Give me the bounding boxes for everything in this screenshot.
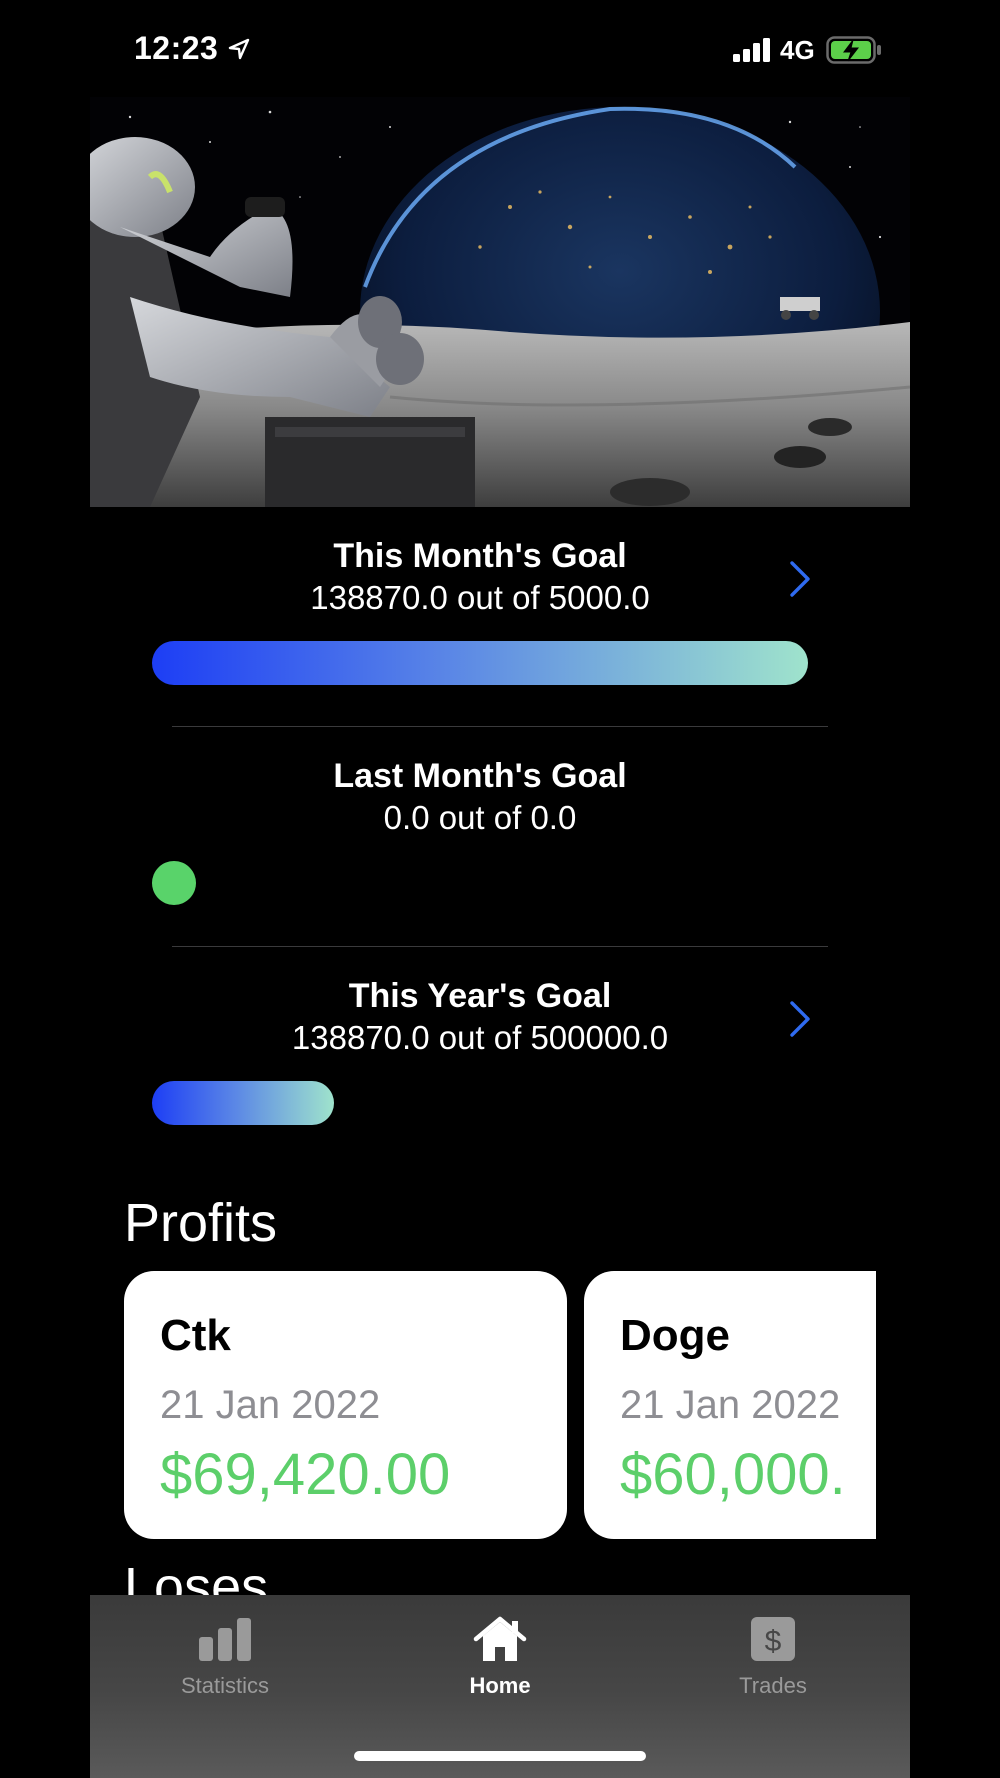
goal-progress-track [152,861,808,905]
profit-amount: $69,420.00 [160,1442,451,1507]
profit-amount: $60,000. [620,1442,846,1507]
coin-name: Doge [620,1311,730,1360]
goal-progress-track [152,641,808,685]
status-time: 12:23 [134,30,219,66]
goal-title: This Year's Goal [348,977,612,1015]
location-arrow-icon [228,38,250,60]
goal-progress-text: 138870.0 out of 5000.0 [310,579,650,616]
hero-image [90,97,910,507]
goal-progress-text: 138870.0 out of 500000.0 [291,1019,669,1056]
tab-statistics[interactable]: Statistics [125,1595,325,1705]
cellular-signal-icon [733,38,770,62]
divider [172,726,828,727]
tab-label: Trades [739,1673,807,1698]
goal-progress-track [152,1081,808,1125]
profits-carousel[interactable]: Ctk 21 Jan 2022 $69,420.00 Doge 21 Jan 2… [124,1271,876,1539]
trade-date: 21 Jan 2022 [620,1383,841,1427]
bar-chart-icon [199,1618,251,1661]
coin-name: Ctk [160,1311,231,1360]
goal-progress-text: 0.0 out of 0.0 [383,799,577,836]
goal-progress-bar [152,1081,335,1125]
goal-title: Last Month's Goal [333,757,627,795]
trade-date: 21 Jan 2022 [160,1383,381,1427]
profit-card[interactable]: Doge 21 Jan 2022 $60,000. [584,1271,876,1539]
tab-home[interactable]: Home [400,1595,600,1705]
home-indicator[interactable] [354,1751,646,1761]
network-type: 4G [780,35,815,65]
goal-this-year[interactable]: This Year's Goal 138870.0 out of 500000.… [152,977,848,1127]
goal-progress-bar [152,641,808,685]
profit-card[interactable]: Ctk 21 Jan 2022 $69,420.00 [124,1271,567,1539]
goal-title: This Month's Goal [333,537,627,575]
tab-label: Home [469,1673,531,1698]
divider [172,946,828,947]
goal-last-month: Last Month's Goal 0.0 out of 0.0 [152,757,848,907]
house-icon [473,1616,527,1661]
goal-this-month[interactable]: This Month's Goal 138870.0 out of 5000.0 [152,537,848,687]
chevron-right-icon[interactable] [786,559,814,599]
tab-trades[interactable]: $ Trades [673,1595,873,1705]
tab-label: Statistics [180,1673,270,1698]
svg-text:$: $ [765,1625,782,1658]
profits-title: Profits [124,1193,278,1253]
dollar-sign-icon: $ [751,1617,795,1661]
goal-progress-bar [152,861,196,905]
status-bar: 12:23 4G [0,0,1000,96]
battery-charging-icon [826,36,881,64]
chevron-right-icon[interactable] [786,999,814,1039]
